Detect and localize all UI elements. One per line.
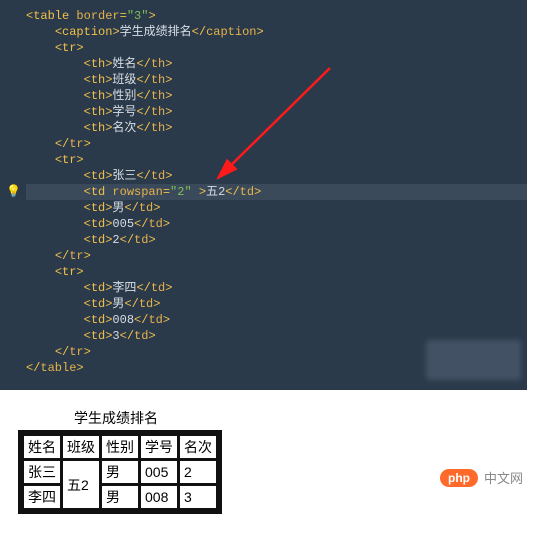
- table-cell: 李四: [23, 485, 62, 510]
- table-header-cell: 名次: [179, 435, 218, 460]
- code-line: <td rowspan="2" >五2</td>: [0, 184, 527, 200]
- code-line: <td>张三</td>: [0, 168, 527, 184]
- table-header-cell: 学号: [140, 435, 179, 460]
- code-line: <tr>: [0, 264, 527, 280]
- code-line: <table border="3">: [0, 8, 527, 24]
- rendered-output: 学生成绩排名 姓名班级性别学号名次 张三五2男0052 李四 男0083: [0, 390, 535, 535]
- table-header-cell: 性别: [101, 435, 140, 460]
- table-row: 李四 男0083: [23, 485, 218, 510]
- table-cell: 2: [179, 460, 218, 485]
- watermark-badge: php: [440, 469, 478, 487]
- table-header-cell: 班级: [62, 435, 101, 460]
- code-line: <th>姓名</th>: [0, 56, 527, 72]
- table-cell: 3: [179, 485, 218, 510]
- table-cell: 男: [101, 485, 140, 510]
- code-line: <tr>: [0, 40, 527, 56]
- code-line: <th>班级</th>: [0, 72, 527, 88]
- code-editor: <table border="3"> <caption>学生成绩排名</capt…: [0, 0, 527, 390]
- code-line: <td>李四</td>: [0, 280, 527, 296]
- code-line: <th>学号</th>: [0, 104, 527, 120]
- code-line: </tr>: [0, 248, 527, 264]
- rendered-table-caption: 学生成绩排名: [18, 408, 214, 430]
- code-line: <caption>学生成绩排名</caption>: [0, 24, 527, 40]
- table-cell: 005: [140, 460, 179, 485]
- code-line: <td>男</td>: [0, 200, 527, 216]
- watermark: php 中文网: [440, 468, 523, 487]
- table-row: 张三五2男0052: [23, 460, 218, 485]
- table-cell: 张三: [23, 460, 62, 485]
- code-line: <tr>: [0, 152, 527, 168]
- code-line: <td>2</td>: [0, 232, 527, 248]
- lightbulb-icon: 💡: [6, 186, 18, 198]
- table-header-cell: 姓名: [23, 435, 62, 460]
- rendered-table: 姓名班级性别学号名次 张三五2男0052 李四 男0083: [21, 433, 219, 511]
- table-cell: 五2: [62, 460, 101, 510]
- code-line: <td>005</td>: [0, 216, 527, 232]
- code-line: <th>性别</th>: [0, 88, 527, 104]
- code-line: <th>名次</th>: [0, 120, 527, 136]
- code-line: <td>008</td>: [0, 312, 527, 328]
- code-line: </tr>: [0, 136, 527, 152]
- watermark-text: 中文网: [484, 468, 523, 487]
- table-cell: 男: [101, 460, 140, 485]
- code-line: <td>男</td>: [0, 296, 527, 312]
- blurred-region: [426, 340, 521, 380]
- table-cell: 008: [140, 485, 179, 510]
